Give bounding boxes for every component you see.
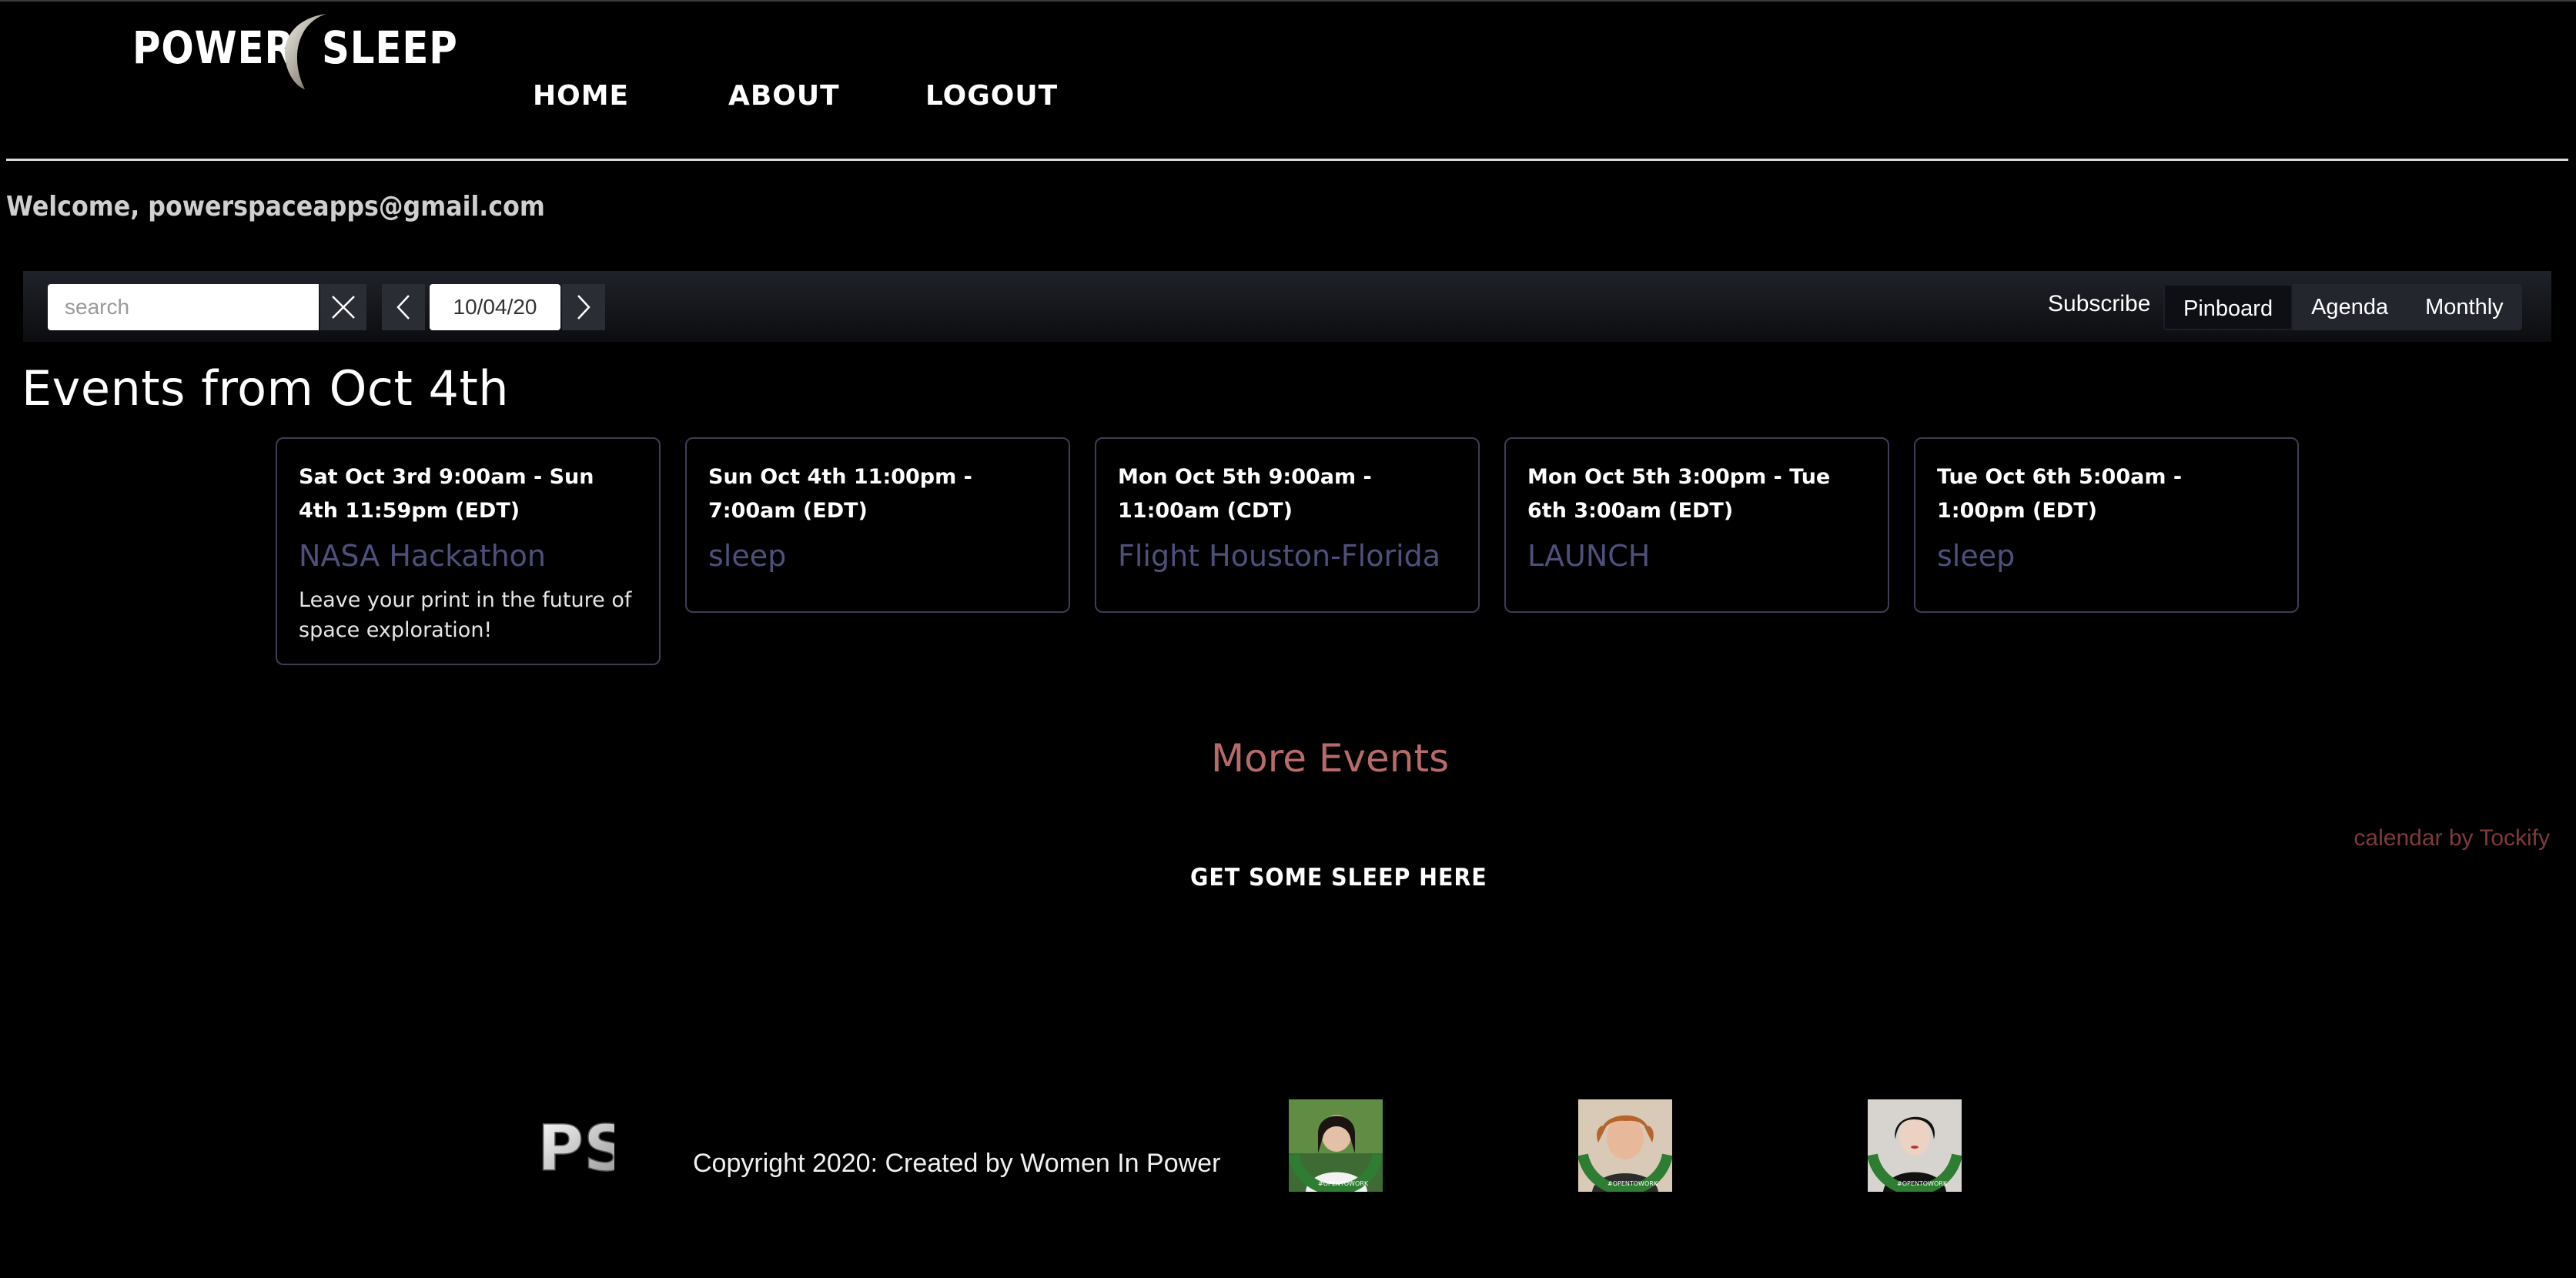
- event-card[interactable]: Mon Oct 5th 3:00pm - Tue 6th 3:00am (EDT…: [1504, 437, 1889, 613]
- events-heading: Events from Oct 4th: [22, 360, 510, 417]
- nav-home[interactable]: HOME: [533, 80, 629, 112]
- previous-date-button[interactable]: [382, 284, 425, 330]
- close-icon: [332, 296, 355, 319]
- tockify-credit-link[interactable]: calendar by Tockify: [2354, 825, 2550, 851]
- nav-logout[interactable]: LOGOUT: [925, 80, 1058, 112]
- date-picker[interactable]: 10/04/20: [430, 284, 560, 330]
- event-title[interactable]: sleep: [1937, 539, 2276, 573]
- avatar[interactable]: #OPENTOWORK: [1868, 1099, 1962, 1192]
- subscribe-button[interactable]: Subscribe: [2048, 291, 2150, 317]
- logo-word-sleep: SLEEP: [322, 22, 458, 74]
- chevron-left-icon: [396, 295, 410, 320]
- event-title[interactable]: sleep: [708, 539, 1047, 573]
- search-input[interactable]: [48, 284, 319, 330]
- svg-text:#OPENTOWORK: #OPENTOWORK: [1607, 1180, 1658, 1187]
- event-card[interactable]: Tue Oct 6th 5:00am - 1:00pm (EDT) sleep: [1914, 437, 2299, 613]
- top-border: [0, 0, 2576, 2]
- event-card[interactable]: Mon Oct 5th 9:00am - 11:00am (CDT) Fligh…: [1095, 437, 1480, 613]
- clear-search-button[interactable]: [320, 284, 366, 330]
- view-agenda-button[interactable]: Agenda: [2293, 284, 2407, 330]
- logo-word-power: POWER: [132, 22, 295, 74]
- nav-about[interactable]: ABOUT: [728, 80, 840, 112]
- svg-text:PS: PS: [537, 1112, 614, 1186]
- event-title[interactable]: LAUNCH: [1527, 539, 1866, 573]
- avatar[interactable]: #OPENTOWORK: [1289, 1099, 1383, 1192]
- power-sleep-logo[interactable]: POWER SLEEP: [131, 11, 457, 95]
- ps-logo: PS: [537, 1112, 614, 1186]
- view-pinboard-button[interactable]: Pinboard: [2163, 284, 2293, 330]
- avatar[interactable]: #OPENTOWORK: [1578, 1099, 1672, 1192]
- event-time: Mon Oct 5th 3:00pm - Tue 6th 3:00am (EDT…: [1527, 465, 1831, 523]
- header-divider: [6, 159, 2568, 161]
- event-time: Mon Oct 5th 9:00am - 11:00am (CDT): [1118, 465, 1372, 523]
- event-card[interactable]: Sun Oct 4th 11:00pm - 7:00am (EDT) sleep: [685, 437, 1070, 613]
- next-date-button[interactable]: [562, 284, 605, 330]
- event-time: Sat Oct 3rd 9:00am - Sun 4th 11:59pm (ED…: [299, 465, 594, 523]
- get-sleep-link[interactable]: GET SOME SLEEP HERE: [1190, 864, 1487, 892]
- svg-text:#OPENTOWORK: #OPENTOWORK: [1897, 1180, 1948, 1187]
- event-time: Sun Oct 4th 11:00pm - 7:00am (EDT): [708, 465, 972, 523]
- event-card[interactable]: Sat Oct 3rd 9:00am - Sun 4th 11:59pm (ED…: [276, 437, 661, 665]
- welcome-message: Welcome, powerspaceapps@gmail.com: [6, 191, 545, 222]
- view-switcher: Pinboard Agenda Monthly: [2163, 284, 2522, 330]
- calendar-toolbar: 10/04/20 Subscribe Pinboard Agenda Month…: [23, 271, 2551, 342]
- more-events-link[interactable]: More Events: [1211, 736, 1449, 781]
- event-time: Tue Oct 6th 5:00am - 1:00pm (EDT): [1937, 465, 2183, 523]
- view-monthly-button[interactable]: Monthly: [2407, 284, 2522, 330]
- copyright-text: Copyright 2020: Created by Women In Powe…: [693, 1149, 1221, 1178]
- event-description: Leave your print in the future of space …: [299, 588, 632, 642]
- chevron-right-icon: [577, 295, 590, 320]
- event-title[interactable]: NASA Hackathon: [299, 539, 637, 573]
- event-title[interactable]: Flight Houston-Florida: [1118, 539, 1457, 573]
- svg-text:#OPENTOWORK: #OPENTOWORK: [1318, 1180, 1369, 1187]
